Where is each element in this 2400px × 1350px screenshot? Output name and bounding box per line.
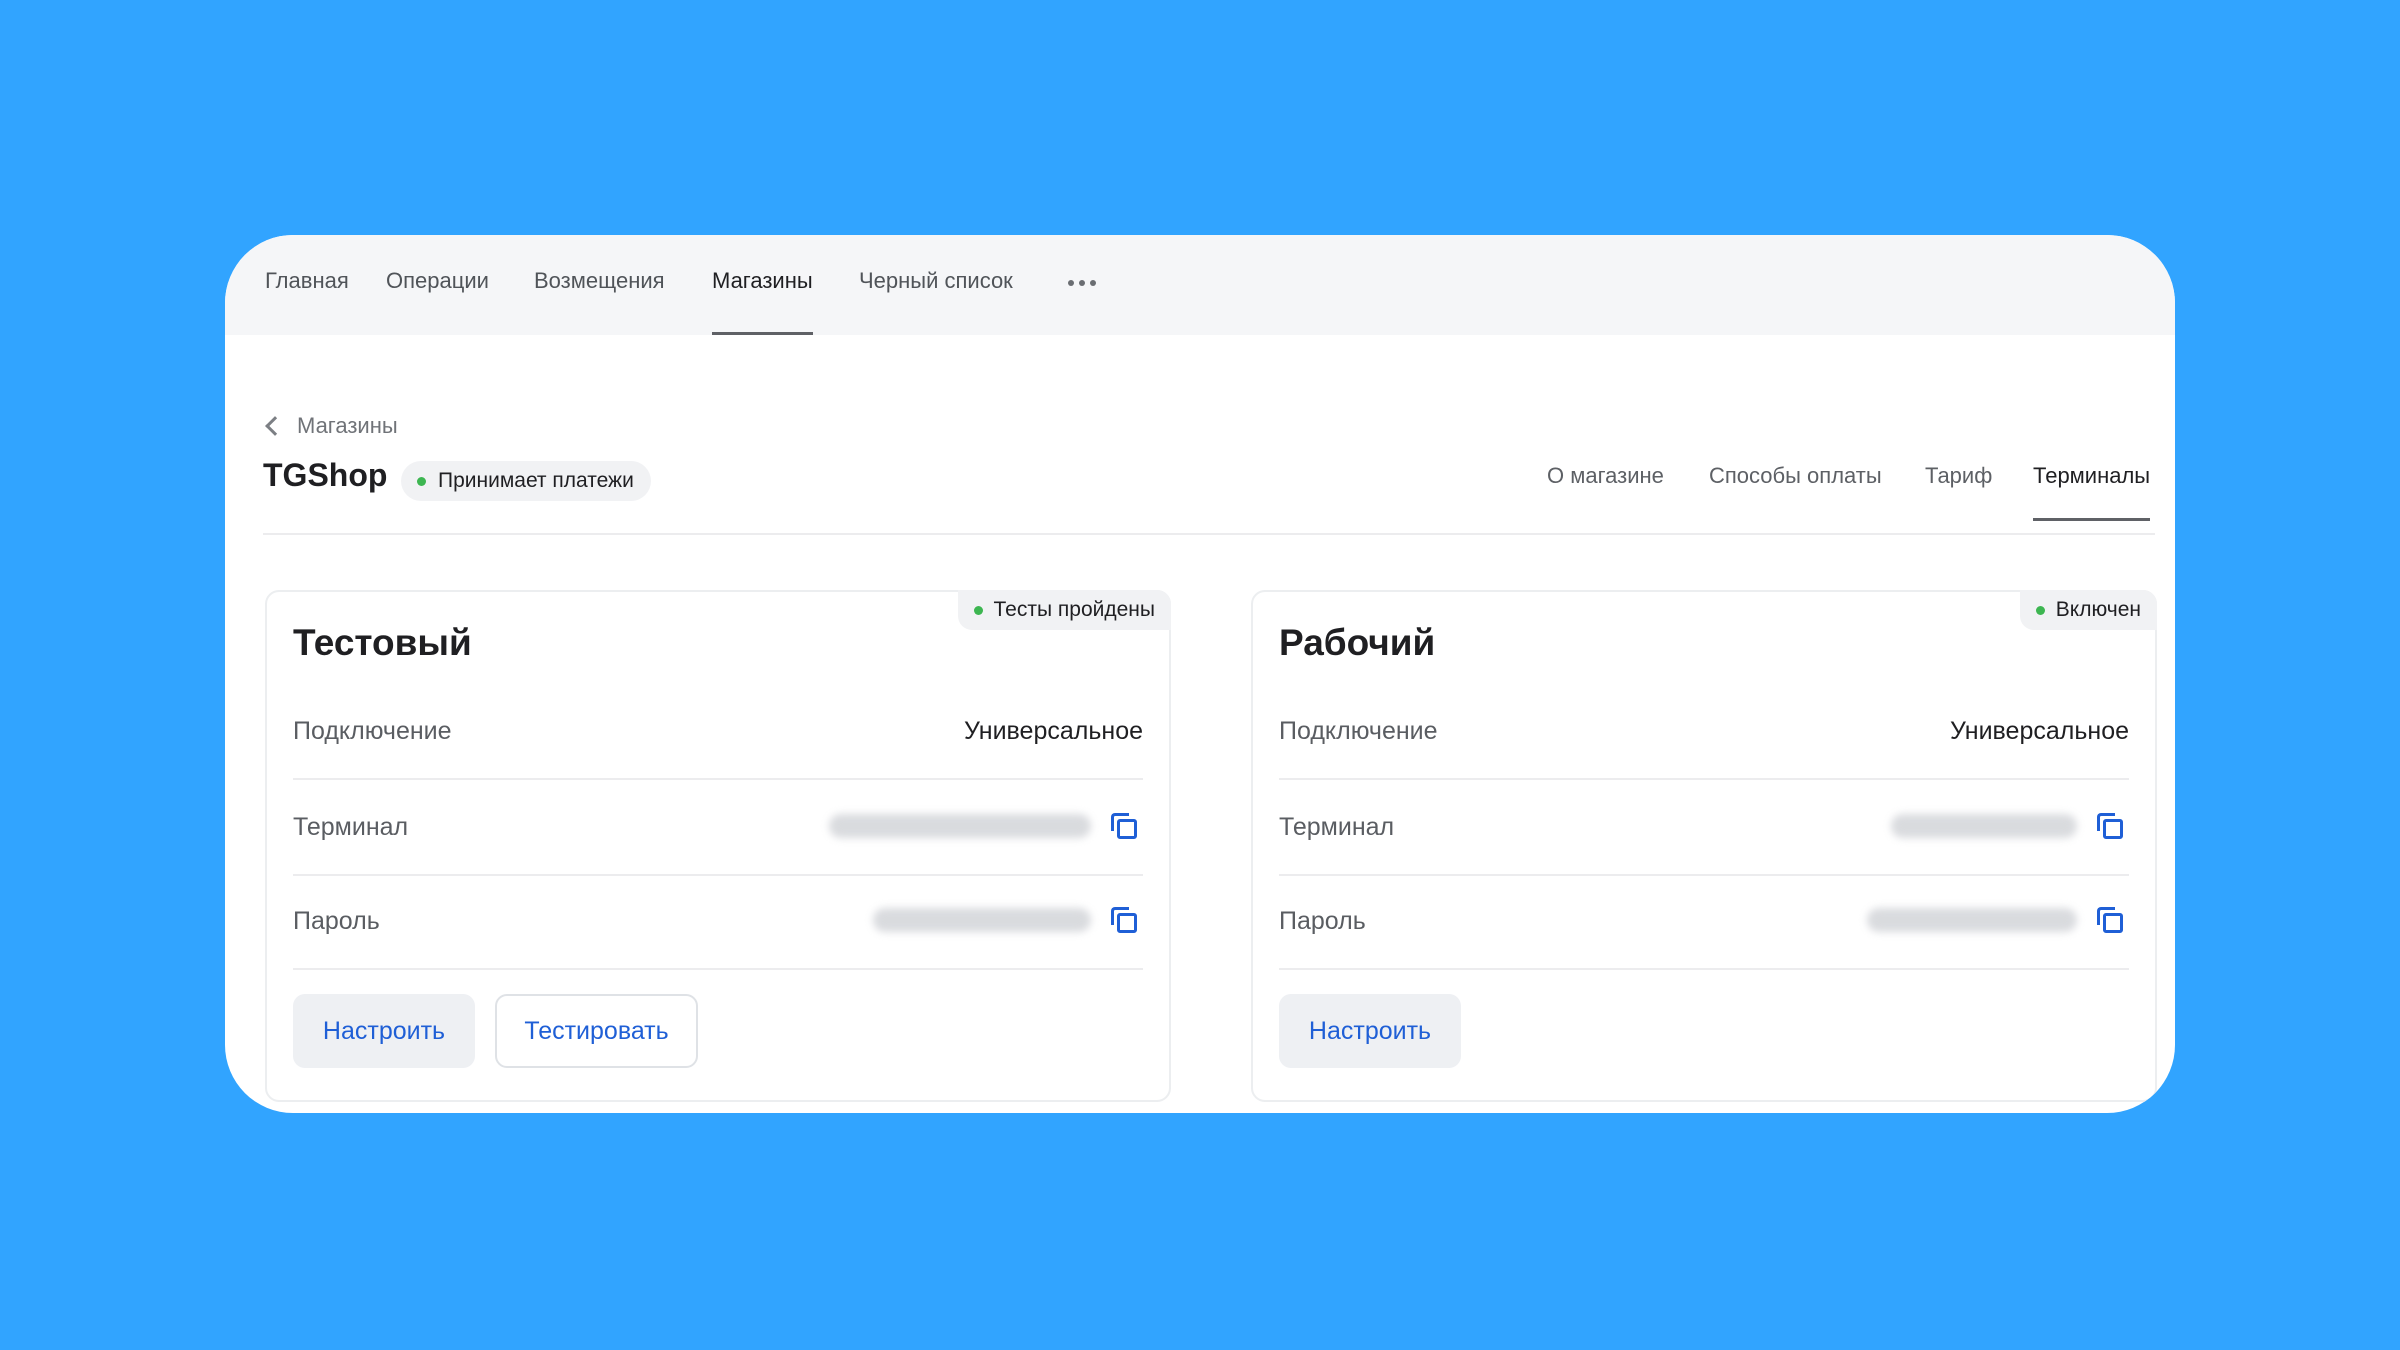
page-title: TGShop bbox=[263, 457, 388, 493]
password-hidden-value bbox=[1867, 908, 2077, 932]
tab-about-shop[interactable]: О магазине bbox=[1547, 451, 1664, 521]
shop-status-badge: Принимает платежи bbox=[401, 461, 651, 501]
tab-payment-methods[interactable]: Способы оплаты bbox=[1709, 451, 1882, 521]
copy-icon[interactable] bbox=[2097, 813, 2123, 839]
terminal-status-label: Включен bbox=[2055, 598, 2141, 621]
connection-row: Подключение Универсальное bbox=[1279, 684, 2129, 780]
terminal-id-hidden-value bbox=[1891, 814, 2077, 838]
copy-icon[interactable] bbox=[2097, 907, 2123, 933]
connection-label: Подключение bbox=[293, 717, 452, 745]
tab-tariff[interactable]: Тариф bbox=[1925, 451, 1992, 521]
status-dot-icon bbox=[2035, 605, 2045, 615]
terminal-id-hidden-value bbox=[829, 814, 1091, 838]
terminal-status-label: Тесты пройдены bbox=[993, 598, 1155, 621]
connection-row: Подключение Универсальное bbox=[293, 684, 1143, 780]
test-button[interactable]: Тестировать bbox=[495, 994, 698, 1068]
terminal-title: Тестовый bbox=[293, 622, 472, 663]
nav-item-refunds[interactable]: Возмещения bbox=[534, 235, 665, 335]
terminal-id-row: Терминал bbox=[293, 780, 1143, 876]
nav-item-shops[interactable]: Магазины bbox=[712, 235, 813, 335]
tab-terminals[interactable]: Терминалы bbox=[2033, 451, 2151, 521]
connection-value: Универсальное bbox=[1950, 717, 2129, 745]
status-dot-icon bbox=[973, 605, 983, 615]
configure-button[interactable]: Настроить bbox=[293, 994, 475, 1068]
terminal-card-test: Тесты пройдены Тестовый Подключение Унив… bbox=[265, 590, 1171, 1102]
configure-button[interactable]: Настроить bbox=[1279, 994, 1461, 1068]
shop-status-label: Принимает платежи bbox=[438, 469, 634, 492]
terminal-status-badge: Включен bbox=[2019, 590, 2157, 630]
connection-label: Подключение bbox=[1279, 717, 1438, 745]
terminal-status-badge: Тесты пройдены bbox=[957, 590, 1171, 630]
terminal-card-production: Включен Рабочий Подключение Универсально… bbox=[1251, 590, 2157, 1102]
chevron-left-icon bbox=[265, 416, 285, 436]
terminal-title: Рабочий bbox=[1279, 622, 1436, 663]
password-row: Пароль bbox=[293, 874, 1143, 970]
tabs-divider bbox=[263, 533, 2155, 535]
top-navigation: Главная Операции Возмещения Магазины Чер… bbox=[225, 235, 2175, 335]
terminal-id-row: Терминал bbox=[1279, 780, 2129, 876]
breadcrumb-label: Магазины bbox=[297, 413, 398, 438]
terminal-id-label: Терминал bbox=[293, 813, 409, 841]
app-window: Главная Операции Возмещения Магазины Чер… bbox=[225, 235, 2175, 1113]
copy-icon[interactable] bbox=[1111, 907, 1137, 933]
password-label: Пароль bbox=[293, 907, 380, 935]
nav-item-blacklist[interactable]: Черный список bbox=[859, 235, 1013, 335]
connection-value: Универсальное bbox=[964, 717, 1143, 745]
breadcrumb-back-link[interactable]: Магазины bbox=[263, 411, 398, 441]
nav-item-home[interactable]: Главная bbox=[265, 235, 349, 335]
password-row: Пароль bbox=[1279, 874, 2129, 970]
password-label: Пароль bbox=[1279, 907, 1366, 935]
more-dots-icon[interactable] bbox=[1068, 277, 1100, 289]
status-dot-icon bbox=[417, 476, 426, 486]
nav-item-operations[interactable]: Операции bbox=[386, 235, 489, 335]
copy-icon[interactable] bbox=[1111, 813, 1137, 839]
password-hidden-value bbox=[873, 908, 1091, 932]
terminal-id-label: Терминал bbox=[1279, 813, 1395, 841]
